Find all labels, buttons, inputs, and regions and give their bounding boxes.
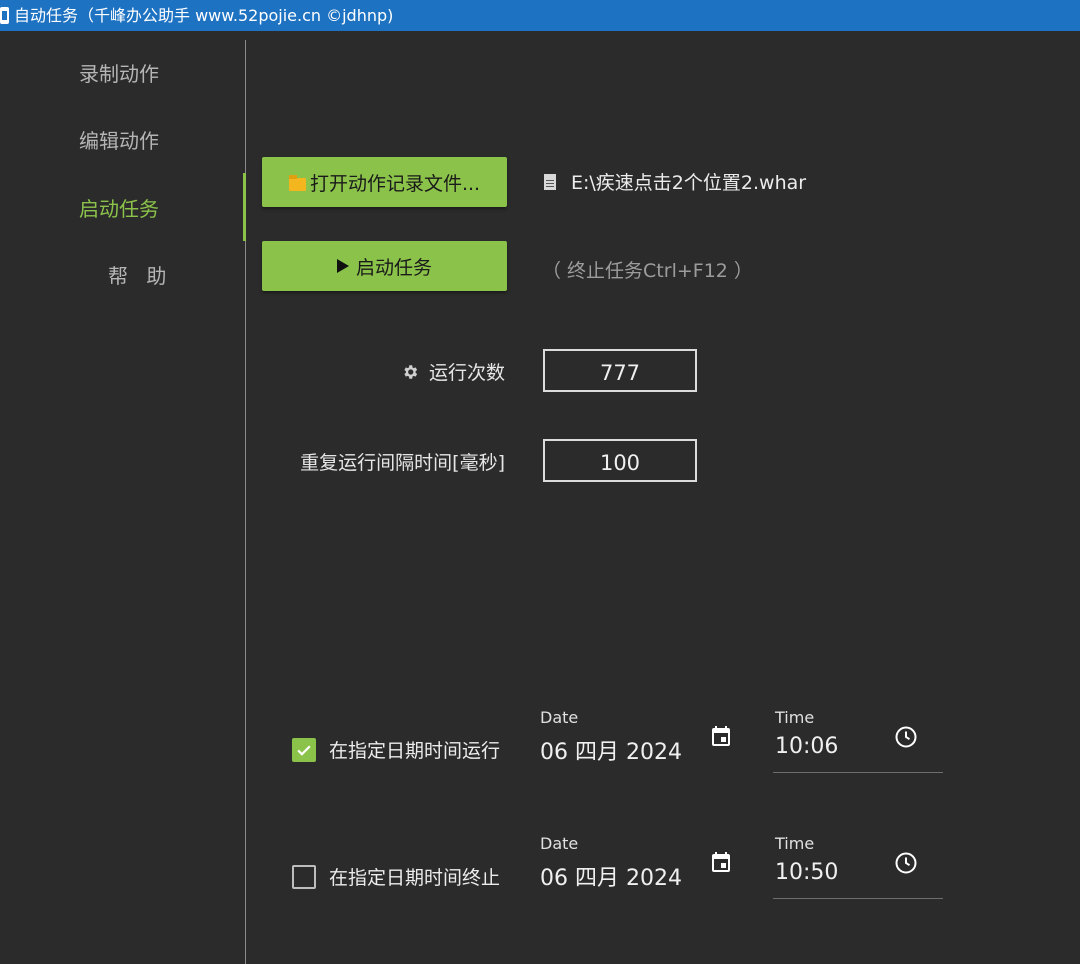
- stop-time-caption: Time: [775, 834, 815, 853]
- clock-icon[interactable]: [894, 851, 918, 875]
- start-time-caption: Time: [775, 708, 815, 727]
- start-date-caption: Date: [540, 708, 579, 727]
- open-file-button-label: 打开动作记录文件...: [309, 172, 481, 195]
- file-icon: [544, 173, 556, 190]
- start-date-value[interactable]: 06 四月 2024: [540, 734, 682, 766]
- schedule-start-label: 在指定日期时间运行: [329, 740, 501, 762]
- stop-time-underline: [773, 898, 943, 899]
- calendar-icon[interactable]: [709, 850, 733, 874]
- sidebar-item-label: 帮 助: [108, 264, 173, 288]
- start-time-underline: [773, 772, 943, 773]
- start-task-button-label: 启动任务: [355, 256, 432, 279]
- schedule-stop-checkbox[interactable]: [292, 864, 316, 889]
- title-bar[interactable]: 自动任务（千峰办公助手 www.52pojie.cn ©jdhnp): [0, 0, 1080, 31]
- interval-input[interactable]: [543, 439, 697, 482]
- active-tab-indicator: [243, 173, 246, 241]
- window-title: 自动任务（千峰办公助手 www.52pojie.cn ©jdhnp): [14, 6, 394, 25]
- interval-label-text: 重复运行间隔时间[毫秒]: [300, 452, 505, 474]
- check-icon: [297, 744, 311, 756]
- sidebar-item-label: 编辑动作: [79, 129, 159, 153]
- play-icon: [336, 259, 349, 273]
- interval-label: 重复运行间隔时间[毫秒]: [300, 448, 505, 475]
- calendar-icon[interactable]: [709, 724, 733, 748]
- clock-icon[interactable]: [894, 725, 918, 749]
- open-file-button[interactable]: 打开动作记录文件...: [262, 157, 507, 207]
- sidebar-item-edit-actions[interactable]: 编辑动作: [0, 121, 240, 161]
- file-path-text: E:\疾速点击2个位置2.whar: [571, 172, 807, 194]
- schedule-start-row: 在指定日期时间运行: [292, 736, 500, 763]
- stop-hotkey-hint: （ 终止任务Ctrl+F12 ）: [542, 260, 753, 282]
- sidebar-item-label: 启动任务: [79, 197, 159, 221]
- sidebar: 录制动作 编辑动作 启动任务 帮 助: [0, 31, 246, 964]
- folder-icon: [288, 174, 306, 191]
- sidebar-item-record-actions[interactable]: 录制动作: [0, 54, 240, 94]
- stop-date-caption: Date: [540, 834, 579, 853]
- schedule-stop-label: 在指定日期时间终止: [329, 867, 501, 889]
- start-time-value[interactable]: 10:06: [775, 734, 838, 759]
- sidebar-item-start-task[interactable]: 启动任务: [0, 189, 240, 229]
- run-count-label: 运行次数: [401, 358, 505, 385]
- run-count-label-text: 运行次数: [428, 362, 505, 384]
- stop-time-value[interactable]: 10:50: [775, 860, 838, 885]
- stop-date-value[interactable]: 06 四月 2024: [540, 860, 682, 892]
- schedule-start-checkbox[interactable]: [292, 737, 316, 762]
- gear-icon: [404, 364, 418, 379]
- schedule-stop-row: 在指定日期时间终止: [292, 863, 500, 890]
- file-path-display: E:\疾速点击2个位置2.whar: [544, 168, 806, 195]
- sidebar-item-label: 录制动作: [79, 62, 159, 86]
- sidebar-item-help[interactable]: 帮 助: [0, 256, 240, 296]
- run-count-input[interactable]: [543, 349, 697, 392]
- app-icon: [0, 7, 9, 24]
- start-task-button[interactable]: 启动任务: [262, 241, 507, 291]
